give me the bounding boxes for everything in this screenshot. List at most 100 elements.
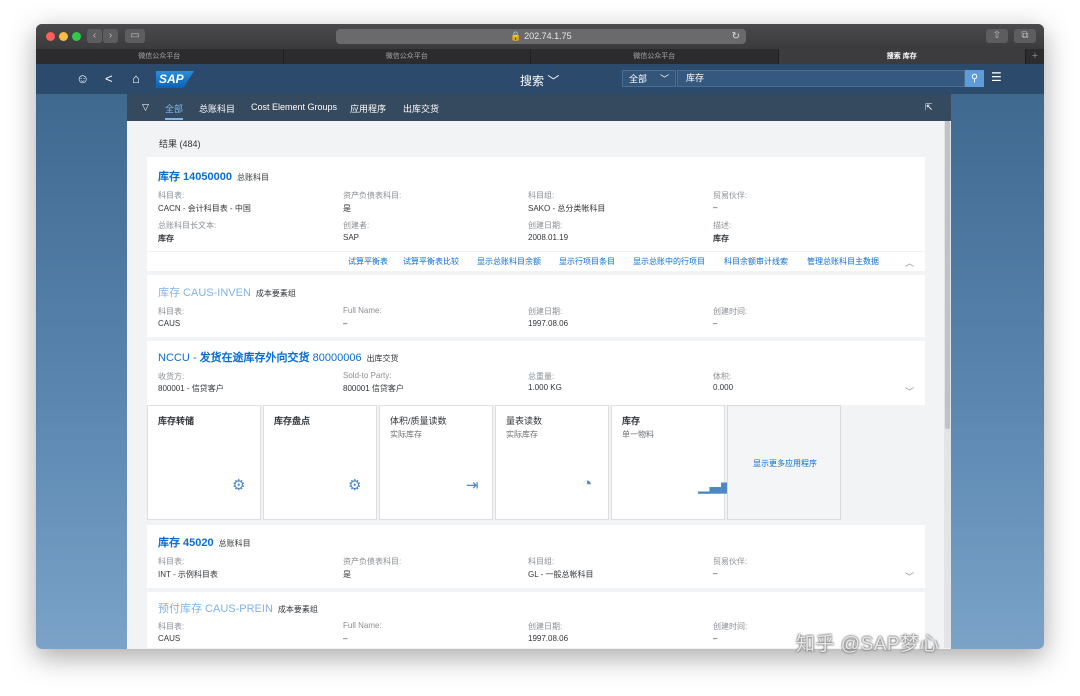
field-label: 总账科目长文本: bbox=[158, 221, 217, 230]
result-title[interactable]: 库存 CAUS-INVEN 成本要素组 bbox=[158, 284, 296, 300]
result-type: 成本要素组 bbox=[277, 605, 318, 614]
filter-tab-apps[interactable]: 应用程序 bbox=[350, 102, 386, 115]
results-count: 结果 (484) bbox=[159, 139, 201, 149]
result-title-number: 80000006 bbox=[309, 352, 362, 364]
field-label: 体积: bbox=[713, 372, 732, 381]
field-value: 1997.08.06 bbox=[528, 634, 569, 643]
field-value: SAP bbox=[343, 233, 360, 242]
field-label: 创建时间: bbox=[713, 307, 748, 316]
field-value: 800001 信贷客户 bbox=[343, 384, 404, 393]
app-tile-stock-transfer[interactable]: 库存转储 ⚙ bbox=[147, 405, 261, 520]
result-card-gl-account-2: 库存 45020 总账科目 科目表: INT - 示例科目表 资产负债表科目: 是… bbox=[147, 525, 925, 588]
chevron-down-icon[interactable]: ﹀ bbox=[905, 570, 914, 583]
field-label: 创建日期: bbox=[528, 221, 563, 230]
tile-subtitle: 实际库存 bbox=[390, 430, 422, 439]
tile-subtitle: 单一物料 bbox=[622, 430, 654, 439]
action-gl-balances[interactable]: 显示总账科目余额 bbox=[477, 256, 541, 267]
show-more-apps-tile[interactable]: 显示更多应用程序 bbox=[727, 405, 841, 520]
field-value: 0.000 bbox=[713, 383, 734, 392]
search-scope-value: 全部 bbox=[629, 74, 648, 84]
share-icon[interactable]: ⇧ bbox=[986, 29, 1008, 43]
result-title[interactable]: 库存 14050000 总账科目 bbox=[158, 168, 269, 184]
tabs-overview-icon[interactable]: ⧉ bbox=[1014, 29, 1036, 43]
field-value: 2008.01.19 bbox=[528, 233, 569, 242]
browser-tab-bar: 微信公众平台 微信公众平台 微信公众平台 搜索 库存 + bbox=[36, 49, 1044, 64]
field-value: 800001 - 信贷客户 bbox=[158, 384, 224, 393]
filter-tab-gl-accounts[interactable]: 总账科目 bbox=[199, 102, 235, 115]
browser-tab[interactable]: 微信公众平台 bbox=[36, 49, 284, 64]
share-export-icon[interactable]: ⇱ bbox=[925, 102, 933, 113]
field-label: 科目表: bbox=[158, 191, 185, 200]
action-trial-balance[interactable]: 试算平衡表 bbox=[348, 256, 388, 267]
app-tiles-row: 库存转储 ⚙ 库存盘点 ⚙ 体积/质量读数 实际库存 ⇥ 量表读数 实际库存 ◔… bbox=[147, 405, 925, 520]
new-tab-button[interactable]: + bbox=[1026, 49, 1044, 64]
back-icon[interactable]: < bbox=[105, 71, 113, 87]
field-value: – bbox=[713, 569, 718, 578]
tile-title: 库存转储 bbox=[158, 416, 195, 426]
field-label: 贸易伙伴: bbox=[713, 557, 748, 566]
browser-tab[interactable]: 微信公众平台 bbox=[531, 49, 779, 64]
app-tile-stock-single-material[interactable]: 库存 单一物料 ▁▃▅ bbox=[611, 405, 733, 520]
field-label: 创建时间: bbox=[713, 622, 748, 631]
forward-arrow-icon[interactable]: › bbox=[103, 29, 118, 43]
field-value: – bbox=[343, 634, 348, 643]
app-tile-volume-quality-reading[interactable]: 体积/质量读数 实际库存 ⇥ bbox=[379, 405, 493, 520]
field-label: 总重量: bbox=[528, 372, 555, 381]
results-scroll-thumb[interactable] bbox=[945, 121, 950, 429]
filter-tab-all[interactable]: 全部 bbox=[165, 102, 184, 120]
home-icon[interactable]: ⌂ bbox=[132, 71, 140, 87]
gauge-icon: ◔ bbox=[582, 474, 593, 493]
field-value: 1997.08.06 bbox=[528, 319, 569, 328]
action-balance-audit-trail[interactable]: 科目余额审计线索 bbox=[724, 256, 788, 267]
maximize-window-button[interactable] bbox=[72, 32, 81, 41]
field-label: 科目组: bbox=[528, 191, 555, 200]
tile-title: 库存盘点 bbox=[274, 416, 311, 426]
shell-title[interactable]: 搜索 ﹀ bbox=[520, 72, 559, 89]
browser-tab-active[interactable]: 搜索 库存 bbox=[778, 49, 1026, 64]
sap-shell-bar: ☺ < ⌂ SAP 搜索 ﹀ 全部 ﹀ 库存 ⚲ ☰ bbox=[36, 64, 1044, 94]
url-text: 🔒 202.74.1.75 bbox=[510, 31, 572, 41]
browser-tab[interactable]: 微信公众平台 bbox=[284, 49, 531, 64]
chevron-up-icon[interactable]: ︿ bbox=[905, 256, 914, 269]
minimize-window-button[interactable] bbox=[59, 32, 68, 41]
chevron-down-icon[interactable]: ﹀ bbox=[905, 385, 914, 398]
filter-tab-outbound-delivery[interactable]: 出库交货 bbox=[403, 102, 439, 115]
result-title-text: 预付库存 CAUS-PREIN bbox=[158, 603, 273, 615]
action-manage-gl-master[interactable]: 管理总账科目主数据 bbox=[807, 256, 879, 267]
filter-tab-cost-element-groups[interactable]: Cost Element Groups bbox=[251, 102, 337, 112]
close-window-button[interactable] bbox=[46, 32, 55, 41]
app-tile-physical-inventory[interactable]: 库存盘点 ⚙ bbox=[263, 405, 377, 520]
field-label: 贸易伙伴: bbox=[713, 191, 748, 200]
app-tile-meter-reading[interactable]: 量表读数 实际库存 ◔ bbox=[495, 405, 609, 520]
search-input[interactable]: 库存 bbox=[677, 70, 965, 87]
watermark: 知乎 @SAP梦心 bbox=[796, 634, 940, 655]
result-title[interactable]: 预付库存 CAUS-PREIN 成本要素组 bbox=[158, 600, 318, 616]
result-title[interactable]: 库存 45020 总账科目 bbox=[158, 534, 251, 550]
back-arrow-icon[interactable]: ‹ bbox=[87, 29, 102, 43]
sidebar-toggle-icon[interactable]: ▭ bbox=[125, 29, 145, 43]
field-value: CAUS bbox=[158, 634, 181, 643]
field-value: GL - 一般总帐科目 bbox=[528, 570, 594, 579]
result-title-prefix: NCCU - bbox=[158, 352, 200, 364]
filter-icon[interactable]: ▽ bbox=[142, 102, 149, 113]
field-value: 1.000 KG bbox=[528, 383, 562, 392]
field-value: – bbox=[713, 203, 718, 212]
result-type: 出库交货 bbox=[366, 354, 399, 363]
search-icon[interactable]: ⚲ bbox=[965, 70, 984, 87]
reload-icon[interactable]: ↻ bbox=[732, 29, 740, 44]
user-icon[interactable]: ☺ bbox=[76, 71, 89, 87]
action-gl-line-items[interactable]: 显示总账中的行项目 bbox=[633, 256, 705, 267]
field-value: CAUS bbox=[158, 319, 181, 328]
action-trial-balance-compare[interactable]: 试算平衡表比较 bbox=[403, 256, 459, 267]
notifications-menu-icon[interactable]: ☰ bbox=[991, 70, 1002, 84]
field-label: 创建日期: bbox=[528, 307, 563, 316]
search-scope-select[interactable]: 全部 ﹀ bbox=[622, 70, 676, 87]
result-title[interactable]: NCCU - 发货在途库存外向交货 80000006 出库交货 bbox=[158, 349, 399, 365]
field-label: 资产负债表科目: bbox=[343, 191, 402, 200]
address-bar[interactable]: 🔒 202.74.1.75 ↻ bbox=[336, 29, 746, 44]
sap-logo[interactable]: SAP bbox=[156, 71, 194, 88]
result-type: 总账科目 bbox=[218, 539, 251, 548]
action-line-items[interactable]: 显示行项目条目 bbox=[559, 256, 615, 267]
field-label: 科目组: bbox=[528, 557, 555, 566]
field-label: Sold-to Party: bbox=[343, 371, 392, 380]
